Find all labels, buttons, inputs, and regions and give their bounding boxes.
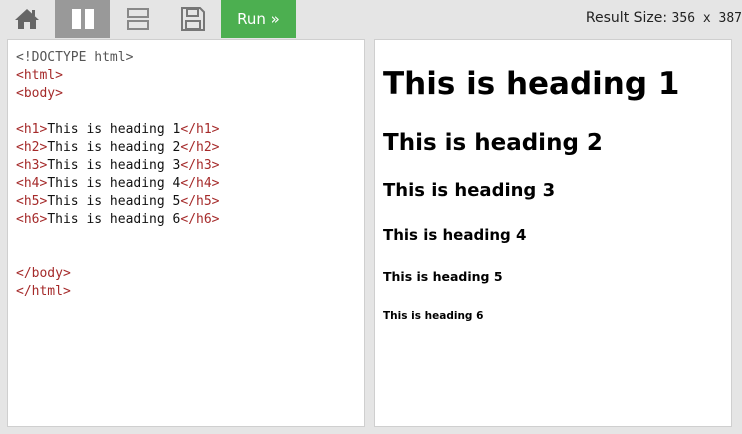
result-heading-2: This is heading 2 (383, 130, 603, 156)
split-view-icon (71, 9, 94, 29)
result-heading-6: This is heading 6 (383, 310, 484, 322)
home-button[interactable] (0, 0, 53, 38)
code-line[interactable]: <!DOCTYPE html> (16, 49, 364, 67)
stacked-view-button[interactable] (110, 0, 165, 38)
stacked-view-icon (126, 8, 149, 30)
result-size-label: Result Size: (585, 10, 668, 26)
code-tag-token: </h6> (180, 212, 220, 227)
code-line[interactable]: </body> (16, 265, 364, 283)
code-text[interactable]: <!DOCTYPE html> <html> <body> <h1>This is … (8, 40, 364, 301)
code-tag-token: </h2> (180, 140, 220, 155)
code-line[interactable]: <h4>This is heading 4</h4> (16, 175, 364, 193)
code-text-token: This is heading 1 (47, 122, 181, 137)
result-size: Result Size: 356 x 387 (586, 10, 742, 26)
code-tag-token: </h4> (180, 176, 220, 191)
code-text-token: This is heading 5 (47, 194, 181, 209)
code-tag-token: </body> (16, 266, 71, 281)
result-heading-3: This is heading 3 (383, 180, 556, 201)
code-text-token: This is heading 6 (47, 212, 181, 227)
code-text-token: This is heading 4 (47, 176, 181, 191)
code-line[interactable]: <h2>This is heading 2</h2> (16, 139, 364, 157)
run-button[interactable]: Run » (221, 0, 296, 38)
code-line[interactable] (16, 247, 364, 265)
code-tag-token: </h3> (180, 158, 220, 173)
code-doctype-token: <!DOCTYPE html> (16, 50, 134, 65)
split-view-button[interactable] (55, 0, 110, 38)
code-editor[interactable]: <!DOCTYPE html> <html> <body> <h1>This is … (7, 39, 365, 427)
code-tag-token: </h5> (180, 194, 220, 209)
code-tag-token: <h5> (16, 194, 48, 209)
result-heading-4: This is heading 4 (383, 226, 527, 244)
code-text-token: This is heading 3 (47, 158, 181, 173)
code-tag-token: <h6> (16, 212, 48, 227)
result-size-value: 356 x 387 (671, 11, 742, 26)
code-line[interactable] (16, 103, 364, 121)
save-button[interactable] (165, 0, 220, 38)
code-line[interactable]: <h3>This is heading 3</h3> (16, 157, 364, 175)
code-line[interactable]: <h5>This is heading 5</h5> (16, 193, 364, 211)
code-line[interactable]: <html> (16, 67, 364, 85)
result-heading-5: This is heading 5 (383, 269, 503, 284)
save-icon (180, 7, 205, 31)
code-tag-token: </html> (16, 284, 71, 299)
code-tag-token: <html> (16, 68, 63, 83)
code-line[interactable]: </html> (16, 283, 364, 301)
code-tag-token: <h2> (16, 140, 48, 155)
code-line[interactable]: <body> (16, 85, 364, 103)
code-tag-token: <body> (16, 86, 63, 101)
code-tag-token: <h1> (16, 122, 48, 137)
code-line[interactable] (16, 229, 364, 247)
code-tag-token: <h4> (16, 176, 48, 191)
result-heading-1: This is heading 1 (383, 66, 680, 102)
code-tag-token: <h3> (16, 158, 48, 173)
home-icon (14, 9, 39, 29)
code-tag-token: </h1> (180, 122, 220, 137)
code-text-token: This is heading 2 (47, 140, 181, 155)
code-line[interactable]: <h6>This is heading 6</h6> (16, 211, 364, 229)
code-line[interactable]: <h1>This is heading 1</h1> (16, 121, 364, 139)
result-frame: This is heading 1 This is heading 2 This… (374, 39, 732, 427)
toolbar: Run » Result Size: 356 x 387 (0, 0, 742, 38)
